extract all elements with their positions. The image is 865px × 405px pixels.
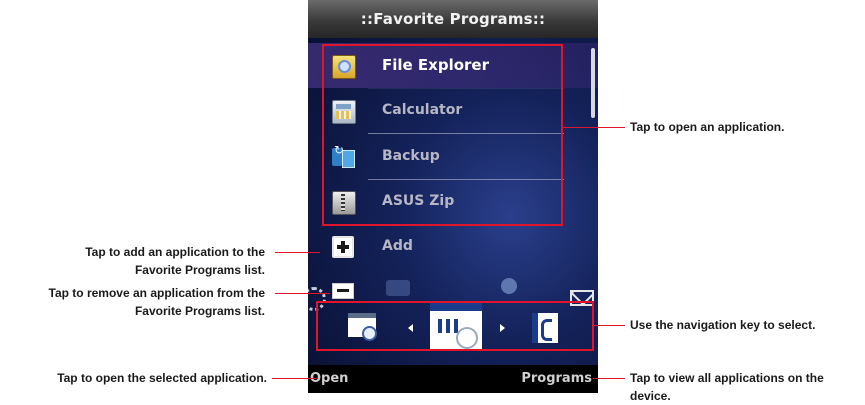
open-softkey[interactable]: Open — [310, 365, 348, 393]
callout-text: Tap to view all applications on the — [630, 371, 824, 385]
faded-globe-icon — [501, 278, 517, 294]
callout-line — [563, 127, 625, 128]
softkey-bar: Open Programs — [308, 365, 598, 393]
callout-text: Tap to add an application to the — [85, 245, 265, 259]
title-bar: ::Favorite Programs:: — [308, 0, 598, 38]
callout-remove-app: Tap to remove an application from the Fa… — [49, 284, 265, 320]
callout-line — [594, 325, 625, 326]
callout-line — [275, 252, 320, 253]
callout-line — [593, 378, 625, 379]
callout-line — [272, 378, 317, 379]
callout-navigate: Use the navigation key to select. — [630, 318, 816, 332]
callout-open-app: Tap to open an application. — [630, 120, 785, 134]
callout-view-all: Tap to view all applications on the devi… — [630, 369, 824, 405]
scrollbar[interactable] — [591, 48, 595, 118]
faded-program-icon — [386, 280, 410, 296]
program-list-highlight — [322, 44, 563, 226]
callout-text: Favorite Programs list. — [134, 263, 265, 277]
program-item-add[interactable]: Add — [308, 224, 598, 269]
callout-add-app: Tap to add an application to the Favorit… — [85, 243, 265, 279]
remove-button[interactable] — [332, 283, 354, 299]
callout-open-selected: Tap to open the selected application. — [57, 371, 267, 385]
add-icon — [332, 236, 354, 258]
callout-text: device. — [630, 389, 671, 403]
navigation-highlight — [316, 301, 594, 351]
callout-line — [275, 293, 330, 294]
program-label: Add — [382, 238, 413, 254]
programs-softkey[interactable]: Programs — [521, 365, 592, 393]
minus-icon — [337, 289, 349, 292]
callout-text: Favorite Programs list. — [134, 304, 265, 318]
callout-text: Tap to remove an application from the — [48, 286, 265, 300]
